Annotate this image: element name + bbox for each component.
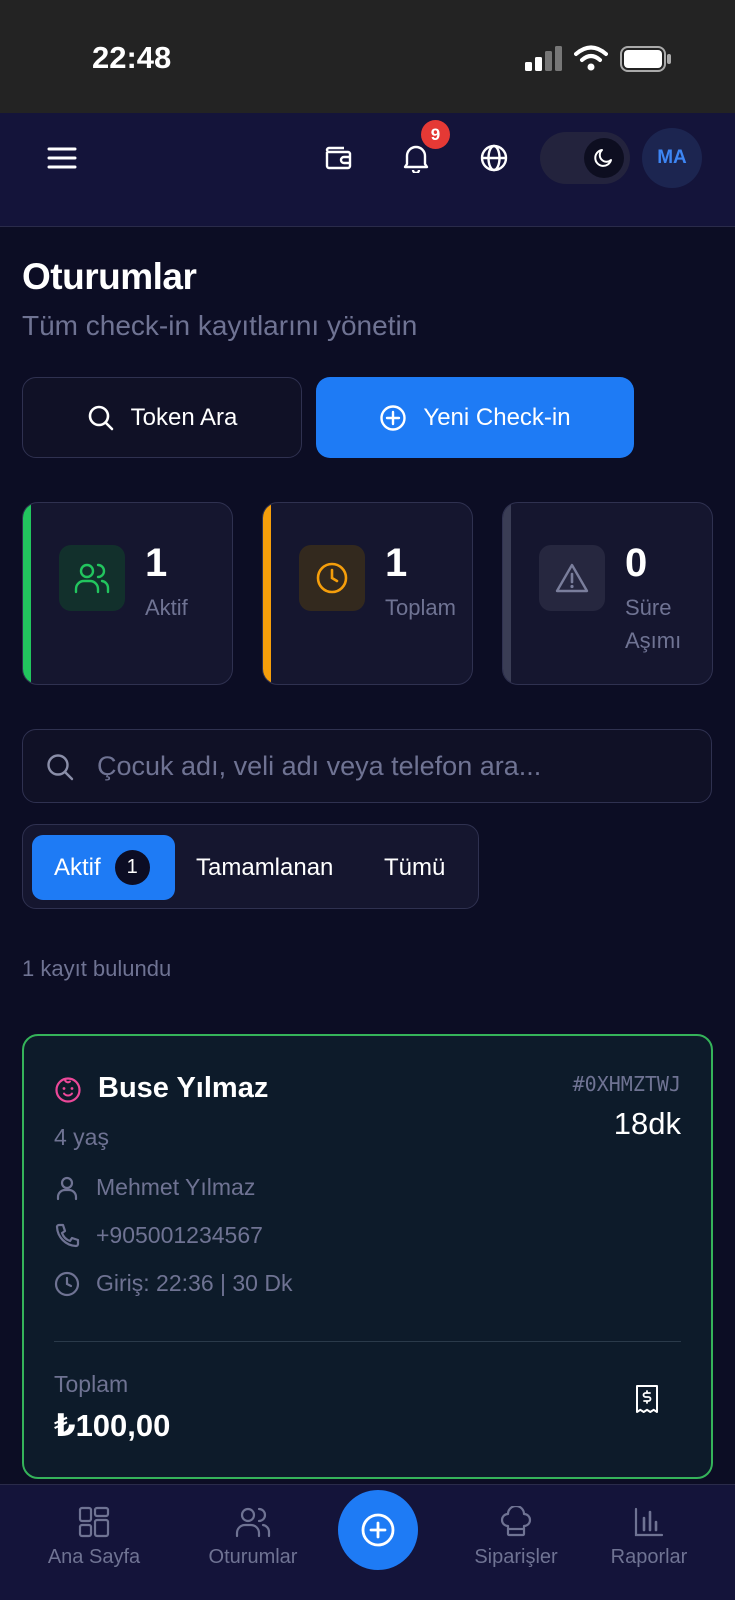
clock-icon <box>54 1271 80 1296</box>
total-label: Toplam <box>54 1371 129 1397</box>
avatar[interactable]: MA <box>642 128 702 188</box>
nav-orders[interactable]: Siparişler <box>454 1506 578 1569</box>
phone-icon <box>55 1223 80 1247</box>
checkin-time: Giriş: 22:36 | 30 Dk <box>96 1270 293 1296</box>
menu-button[interactable] <box>42 138 82 178</box>
moon-icon <box>594 149 612 167</box>
nav-reports[interactable]: Raporlar <box>604 1506 694 1569</box>
tab-all[interactable]: Tümü <box>384 835 445 900</box>
filter-tabs: Aktif 1 Tamamlanan Tümü <box>22 824 479 909</box>
stat-icon-box <box>539 545 605 611</box>
stat-label: Aktif <box>145 595 188 620</box>
receipt-icon[interactable] <box>635 1384 659 1414</box>
tab-count-badge: 1 <box>114 850 150 885</box>
token-search-button[interactable]: Token Ara <box>22 377 302 458</box>
stat-label: Süre Aşımı <box>625 595 682 653</box>
hamburger-icon <box>47 147 77 169</box>
nav-home-label: Ana Sayfa <box>47 1546 141 1568</box>
parent-name: Mehmet Yılmaz <box>96 1174 256 1200</box>
phone-row: +905001234567 <box>54 1222 263 1249</box>
users-icon <box>235 1507 271 1538</box>
new-checkin-fab[interactable] <box>338 1490 418 1570</box>
page-title: Oturumlar <box>22 256 197 297</box>
stat-accent-bar <box>23 503 31 684</box>
stat-card-active: 1 Aktif <box>22 502 233 685</box>
users-icon <box>74 563 110 594</box>
nav-sessions-label: Oturumlar <box>208 1546 298 1568</box>
search-icon <box>88 405 113 430</box>
parent-row: Mehmet Yılmaz <box>54 1174 255 1201</box>
result-count: 1 kayıt bulundu <box>22 956 172 981</box>
new-checkin-label: Yeni Check-in <box>423 403 571 431</box>
globe-icon <box>480 144 508 172</box>
tab-active[interactable]: Aktif 1 <box>32 835 175 900</box>
nav-orders-label: Siparişler <box>474 1546 558 1568</box>
clock-icon <box>316 562 348 594</box>
nav-sessions[interactable]: Oturumlar <box>200 1506 306 1569</box>
status-time: 22:48 <box>92 40 172 75</box>
wallet-button[interactable] <box>318 138 358 178</box>
stat-icon-box <box>299 545 365 611</box>
session-token: #0XHMZTWJ <box>572 1072 681 1096</box>
wallet-icon <box>325 146 352 170</box>
plus-circle-icon <box>361 1513 395 1547</box>
token-search-label: Token Ara <box>130 403 238 431</box>
search-icon <box>47 754 74 781</box>
status-bar: 22:48 <box>0 0 735 113</box>
bar-chart-icon <box>634 1507 664 1537</box>
tab-completed[interactable]: Tamamlanan <box>196 835 333 900</box>
stat-value: 1 <box>385 541 408 585</box>
battery-icon <box>620 46 671 72</box>
checkin-row: Giriş: 22:36 | 30 Dk <box>54 1270 292 1297</box>
child-name: Buse Yılmaz <box>98 1072 269 1104</box>
stat-icon-box <box>59 545 125 611</box>
session-search <box>22 729 712 803</box>
nav-reports-label: Raporlar <box>610 1546 688 1568</box>
dashboard-icon <box>78 1506 110 1538</box>
wifi-icon <box>574 45 608 71</box>
new-checkin-button[interactable]: Yeni Check-in <box>316 377 634 458</box>
stat-accent-bar <box>503 503 511 684</box>
parent-phone: +905001234567 <box>96 1222 263 1248</box>
session-card[interactable]: Buse Yılmaz 4 yaş #0XHMZTWJ 18dk Mehmet … <box>22 1034 713 1479</box>
notification-badge: 9 <box>421 120 450 149</box>
language-button[interactable] <box>474 138 514 178</box>
page-subtitle: Tüm check-in kayıtlarını yönetin <box>22 310 418 341</box>
child-age: 4 yaş <box>54 1124 109 1150</box>
card-divider <box>54 1341 681 1342</box>
stat-value: 0 <box>625 541 648 585</box>
baby-icon <box>55 1077 81 1103</box>
signal-icon <box>525 46 562 71</box>
warning-icon <box>555 563 589 593</box>
search-input[interactable] <box>97 730 697 802</box>
chef-hat-icon <box>500 1506 532 1537</box>
tab-label: Aktif <box>54 853 101 881</box>
theme-toggle-knob[interactable] <box>584 138 624 178</box>
stat-card-total: 1 Toplam <box>262 502 473 685</box>
stat-value: 1 <box>145 541 168 585</box>
nav-home[interactable]: Ana Sayfa <box>44 1506 144 1569</box>
stat-card-overtime: 0 Süre Aşımı <box>502 502 713 685</box>
stat-label: Toplam <box>385 595 456 620</box>
user-icon <box>56 1176 78 1200</box>
plus-circle-icon <box>380 404 407 431</box>
total-value: ₺100,00 <box>54 1408 171 1443</box>
session-duration: 18dk <box>613 1106 681 1141</box>
stat-accent-bar <box>263 503 271 684</box>
bell-icon <box>403 145 429 173</box>
